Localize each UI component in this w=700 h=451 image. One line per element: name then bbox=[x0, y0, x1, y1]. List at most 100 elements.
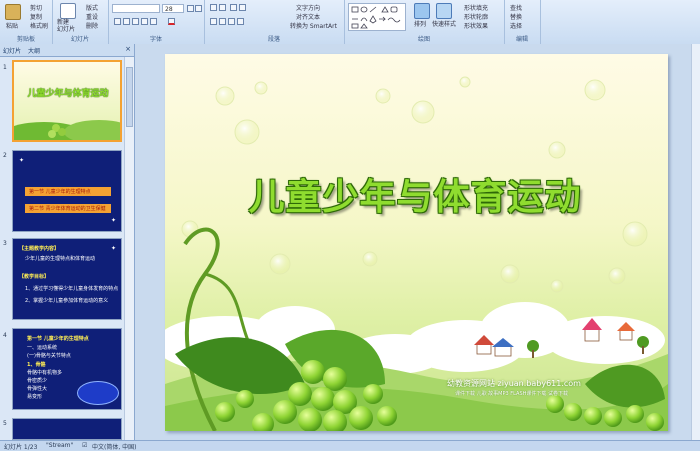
thumb-line: 【主题教学内容】 bbox=[19, 246, 60, 252]
shapes-gallery-icons bbox=[351, 6, 401, 29]
font-size-field[interactable]: 28 bbox=[162, 4, 184, 13]
font-label: 字体 bbox=[149, 36, 162, 43]
format-painter-button[interactable]: 格式刷 bbox=[30, 21, 48, 30]
drawing-group: 排列 快速样式 形状填充 形状轮廓 形状效果 绘图 bbox=[344, 0, 505, 44]
thumb-line: 一、运动系统 bbox=[27, 345, 58, 351]
underline-icon[interactable] bbox=[132, 18, 139, 25]
shape-effects-button[interactable]: 形状效果 bbox=[464, 21, 488, 30]
decrease-indent-icon[interactable] bbox=[230, 4, 237, 11]
text-direction-button[interactable]: 文字方向 bbox=[296, 3, 320, 12]
reset-button[interactable]: 重设 bbox=[86, 12, 98, 21]
shrink-font-icon[interactable] bbox=[195, 5, 202, 12]
slide-background-art bbox=[165, 76, 668, 431]
panel-tabs: 幻灯片 大纲 × bbox=[0, 44, 134, 57]
paragraph-label: 段落 bbox=[267, 36, 280, 43]
slide-thumbnail-4[interactable]: 第一节 儿童少年的生理特点 一、运动系统 (一)骨骼与关节特点 1、骨骼 骨骼中… bbox=[12, 328, 122, 410]
thumb-line: 第一节 儿童少年的生理特点 bbox=[29, 189, 91, 195]
justify-icon[interactable] bbox=[237, 18, 244, 25]
slides-label: 幻灯片 bbox=[70, 36, 89, 43]
editing-group: 查找 替换 选择 编辑 bbox=[504, 0, 541, 44]
bullets-icon[interactable] bbox=[210, 4, 217, 11]
italic-icon[interactable] bbox=[123, 18, 130, 25]
thumb-line: 1、骨骼 bbox=[27, 362, 46, 368]
panel-scrollbar[interactable] bbox=[124, 57, 134, 440]
slide-thumbnail-2[interactable]: 第一节 儿童少年的生理特点 第二节 青少年体育运动的卫生保健 ✦ ✦ bbox=[12, 150, 122, 232]
slide-thumbnail-3[interactable]: 【主题教学内容】 少年儿童的生理特点和体育运动 【教学目标】 1、通过学习懂得少… bbox=[12, 238, 122, 320]
copy-button[interactable]: 复制 bbox=[30, 12, 42, 21]
cut-button[interactable]: 剪切 bbox=[30, 3, 42, 12]
align-left-icon[interactable] bbox=[210, 18, 217, 25]
font-group: 28 字体 bbox=[108, 0, 205, 44]
theme-name: "Stream" bbox=[46, 442, 74, 449]
new-slide-button[interactable]: 新建 幻灯片 bbox=[57, 19, 75, 33]
shape-fill-button[interactable]: 形状填充 bbox=[464, 3, 488, 12]
shape-outline-button[interactable]: 形状轮廓 bbox=[464, 12, 488, 21]
font-color-icon[interactable] bbox=[168, 18, 175, 25]
smartart-button[interactable]: 转换为 SmartArt bbox=[290, 21, 337, 30]
editor-scrollbar[interactable] bbox=[691, 44, 700, 440]
paste-icon[interactable] bbox=[5, 4, 21, 20]
select-button[interactable]: 选择 bbox=[510, 21, 522, 30]
strikethrough-icon[interactable] bbox=[141, 18, 148, 25]
star-icon: ✦ bbox=[19, 157, 25, 164]
increase-indent-icon[interactable] bbox=[239, 4, 246, 11]
slide-title[interactable]: 儿童少年与体育运动 bbox=[235, 168, 595, 220]
font-name-field[interactable] bbox=[112, 4, 160, 13]
grow-font-icon[interactable] bbox=[187, 5, 194, 12]
clipboard-group: 粘贴 剪切 复制 格式刷 剪贴板 bbox=[0, 0, 53, 44]
thumb-line: 少年儿童的生理特点和体育运动 bbox=[25, 256, 96, 262]
thumb-line: 第二节 青少年体育运动的卫生保健 bbox=[29, 206, 106, 212]
quick-styles-button[interactable]: 快速样式 bbox=[432, 19, 456, 28]
thumb-line: 骨弹性大 bbox=[27, 386, 48, 392]
slide-number: 3 bbox=[3, 240, 7, 247]
slide-thumbnail-5[interactable] bbox=[12, 418, 122, 440]
thumb-line: 【教学目标】 bbox=[19, 274, 50, 280]
slide-thumbnail-1[interactable]: 儿童少年与体育运动 bbox=[12, 60, 122, 142]
language-indicator[interactable]: 中文(简体, 中国) bbox=[92, 442, 137, 451]
find-button[interactable]: 查找 bbox=[510, 3, 522, 12]
drawing-label: 绘图 bbox=[417, 36, 430, 43]
slide-number: 4 bbox=[3, 332, 7, 339]
align-center-icon[interactable] bbox=[219, 18, 226, 25]
thumb-line: 骨骼中有机物多 bbox=[27, 370, 63, 376]
current-slide[interactable]: 儿童少年与体育运动 幼教资源网站 ziyuan.baby611.com 课件下载… bbox=[165, 54, 668, 431]
thumb-line: 第一节 儿童少年的生理特点 bbox=[27, 336, 89, 342]
slide-number: 5 bbox=[3, 420, 7, 427]
watermark-main: 幼教资源网站 ziyuan.baby611.com bbox=[447, 379, 581, 388]
layout-button[interactable]: 版式 bbox=[86, 3, 98, 12]
quick-styles-icon[interactable] bbox=[436, 3, 452, 19]
thumb-line: 骨密质少 bbox=[27, 378, 48, 384]
shadow-icon[interactable] bbox=[150, 18, 157, 25]
thumb-line: 1、通过学习懂得少年儿童身体发育的特点 bbox=[25, 286, 119, 292]
thumb-line: 易变形 bbox=[27, 394, 43, 400]
slides-panel: 幻灯片 大纲 × 1 儿童少年与体育运动 2 第一节 儿童少年的生理特点 第二节… bbox=[0, 44, 135, 440]
thumb-line: 2、掌握少年儿童参加体育运动的意义 bbox=[25, 298, 109, 304]
slide-number: 1 bbox=[3, 64, 7, 71]
thumb-line: (一)骨骼与关节特点 bbox=[27, 353, 71, 359]
new-slide-icon[interactable] bbox=[60, 3, 76, 19]
editing-label: 编辑 bbox=[515, 36, 528, 43]
tab-outline[interactable]: 大纲 bbox=[28, 46, 40, 55]
bold-icon[interactable] bbox=[114, 18, 121, 25]
slides-group: 新建 幻灯片 版式 重设 删除 幻灯片 bbox=[52, 0, 109, 44]
paste-button[interactable]: 粘贴 bbox=[6, 21, 18, 30]
star-icon: ✦ bbox=[111, 245, 117, 252]
delete-button[interactable]: 删除 bbox=[86, 21, 98, 30]
replace-button[interactable]: 替换 bbox=[510, 12, 522, 21]
ribbon: 粘贴 剪切 复制 格式刷 剪贴板 新建 幻灯片 版式 重设 删除 幻灯片 28 … bbox=[0, 0, 700, 45]
arrange-icon[interactable] bbox=[414, 3, 430, 19]
slide-counter: 幻灯片 1/23 bbox=[4, 444, 38, 451]
tab-slides[interactable]: 幻灯片 bbox=[3, 46, 21, 55]
align-right-icon[interactable] bbox=[228, 18, 235, 25]
panel-scrollbar-thumb[interactable] bbox=[126, 67, 133, 127]
thumb-callout bbox=[77, 381, 119, 405]
thumb-art bbox=[14, 120, 120, 140]
slide-number: 2 bbox=[3, 152, 7, 159]
star-icon: ✦ bbox=[111, 217, 117, 224]
spelling-icon[interactable]: ☑ bbox=[82, 442, 87, 449]
shapes-gallery[interactable] bbox=[348, 3, 406, 31]
align-text-button[interactable]: 对齐文本 bbox=[296, 12, 320, 21]
arrange-button[interactable]: 排列 bbox=[414, 19, 426, 28]
numbering-icon[interactable] bbox=[219, 4, 226, 11]
close-panel-icon[interactable]: × bbox=[125, 45, 131, 53]
